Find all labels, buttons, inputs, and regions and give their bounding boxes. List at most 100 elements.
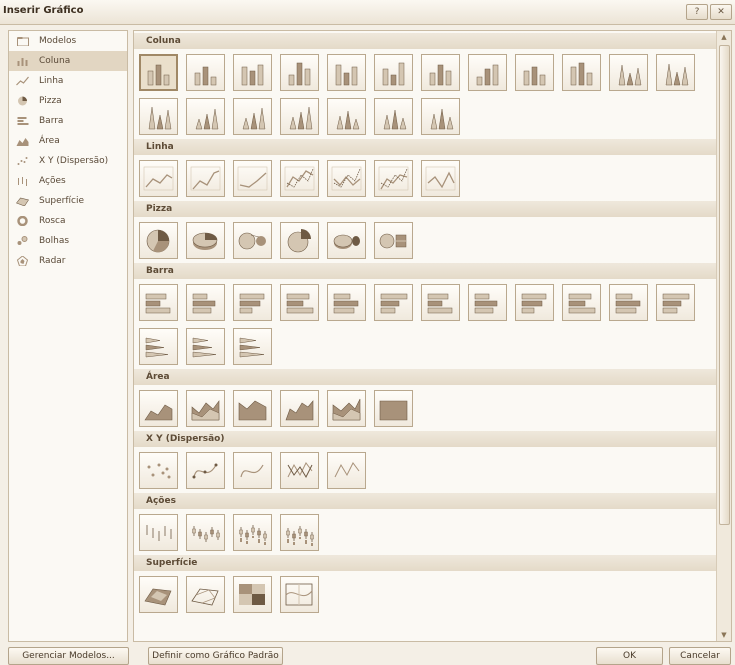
scatter-chart-option-icon[interactable] [327, 452, 366, 489]
sidebar-item-label: X Y (Dispersão) [39, 156, 109, 166]
scroll-up-icon[interactable]: ▲ [717, 31, 731, 43]
column-chart-option-icon[interactable] [421, 54, 460, 91]
sidebar-item-bar-chart[interactable]: Barra [9, 111, 127, 131]
line-chart-option-icon[interactable] [186, 160, 225, 197]
area-chart-icon [16, 138, 29, 146]
sidebar-item-label: Bolhas [39, 236, 70, 246]
area-chart-option-icon[interactable] [374, 390, 413, 427]
surface-chart-option-icon[interactable] [186, 576, 225, 613]
sidebar-item-pie-chart[interactable]: Pizza [9, 91, 127, 111]
close-button[interactable]: ✕ [710, 4, 732, 20]
bar-chart-option-icon[interactable] [515, 284, 554, 321]
scroll-down-icon[interactable]: ▼ [717, 629, 731, 641]
bar-chart-option-icon[interactable] [139, 284, 178, 321]
surface-chart-option-icon[interactable] [280, 576, 319, 613]
scatter-chart-option-icon[interactable] [280, 452, 319, 489]
sidebar-item-doughnut-chart[interactable]: Rosca [9, 211, 127, 231]
bar-chart-option-icon[interactable] [186, 328, 225, 365]
sidebar-item-area-chart[interactable]: Área [9, 131, 127, 151]
gallery-content: Coluna Linha Pizza Barra Área X Y (Dispersão)… [134, 31, 716, 613]
surface-chart-option-icon[interactable] [139, 576, 178, 613]
stock-chart-option-icon[interactable] [186, 514, 225, 551]
line-chart-option-icon[interactable] [233, 160, 272, 197]
chart-tiles-surface [134, 571, 716, 613]
pie-chart-option-icon[interactable] [186, 222, 225, 259]
column-chart-option-icon[interactable] [280, 98, 319, 135]
stock-chart-option-icon[interactable] [233, 514, 272, 551]
sidebar-item-scatter-chart[interactable]: X Y (Dispersão) [9, 151, 127, 171]
sidebar-item-folder[interactable]: Modelos [9, 31, 127, 51]
column-chart-option-icon[interactable] [609, 54, 648, 91]
set-default-chart-button[interactable]: Definir como Gráfico Padrão [148, 647, 283, 665]
column-chart-option-icon[interactable] [233, 98, 272, 135]
scatter-chart-option-icon[interactable] [186, 452, 225, 489]
section-header-scatter: X Y (Dispersão) [134, 431, 716, 447]
sidebar-item-radar-chart[interactable]: Radar [9, 251, 127, 271]
column-chart-option-icon[interactable] [374, 54, 413, 91]
folder-icon [17, 37, 29, 46]
help-button[interactable]: ? [686, 4, 708, 20]
area-chart-option-icon[interactable] [139, 390, 178, 427]
sidebar-item-bubble-chart[interactable]: Bolhas [9, 231, 127, 251]
bar-chart-option-icon[interactable] [609, 284, 648, 321]
section-header-area: Área [134, 369, 716, 385]
pie-chart-option-icon[interactable] [374, 222, 413, 259]
bar-chart-option-icon[interactable] [233, 328, 272, 365]
line-chart-option-icon[interactable] [374, 160, 413, 197]
bar-chart-option-icon[interactable] [374, 284, 413, 321]
bar-chart-option-icon[interactable] [421, 284, 460, 321]
area-chart-option-icon[interactable] [280, 390, 319, 427]
pie-chart-option-icon[interactable] [327, 222, 366, 259]
sidebar-item-stock-chart[interactable]: Ações [9, 171, 127, 191]
column-chart-option-icon[interactable] [374, 98, 413, 135]
sidebar-item-line-chart[interactable]: Linha [9, 71, 127, 91]
surface-chart-option-icon[interactable] [233, 576, 272, 613]
bar-chart-option-icon[interactable] [327, 284, 366, 321]
line-chart-option-icon[interactable] [421, 160, 460, 197]
line-chart-option-icon[interactable] [139, 160, 178, 197]
cancel-button[interactable]: Cancelar [669, 647, 731, 665]
column-chart-option-icon[interactable] [233, 54, 272, 91]
column-chart-option-icon[interactable] [186, 54, 225, 91]
scatter-chart-option-icon[interactable] [139, 452, 178, 489]
bar-chart-option-icon[interactable] [139, 328, 178, 365]
bar-chart-option-icon[interactable] [186, 284, 225, 321]
column-chart-option-icon[interactable] [515, 54, 554, 91]
bar-chart-option-icon[interactable] [280, 284, 319, 321]
stock-chart-option-icon[interactable] [139, 514, 178, 551]
column-chart-option-icon[interactable] [468, 54, 507, 91]
column-chart-icon [17, 58, 28, 66]
column-chart-option-icon[interactable] [421, 98, 460, 135]
column-chart-option-icon[interactable] [327, 98, 366, 135]
window-title: Inserir Gráfico [3, 5, 84, 16]
column-chart-option-icon[interactable] [327, 54, 366, 91]
column-chart-option-icon[interactable] [656, 54, 695, 91]
line-chart-option-icon[interactable] [327, 160, 366, 197]
column-chart-option-icon[interactable] [139, 54, 178, 91]
column-chart-option-icon[interactable] [562, 54, 601, 91]
pie-chart-option-icon[interactable] [139, 222, 178, 259]
area-chart-option-icon[interactable] [186, 390, 225, 427]
column-chart-option-icon[interactable] [186, 98, 225, 135]
bar-chart-option-icon[interactable] [468, 284, 507, 321]
sidebar-item-surface-chart[interactable]: Superfície [9, 191, 127, 211]
gallery-scrollbar[interactable]: ▲ ▼ [716, 31, 731, 641]
pie-chart-option-icon[interactable] [233, 222, 272, 259]
stock-chart-option-icon[interactable] [280, 514, 319, 551]
sidebar-item-column-chart[interactable]: Coluna [9, 51, 127, 71]
manage-templates-button[interactable]: Gerenciar Modelos... [8, 647, 129, 665]
column-chart-option-icon[interactable] [139, 98, 178, 135]
scroll-thumb[interactable] [719, 45, 730, 525]
scatter-chart-option-icon[interactable] [233, 452, 272, 489]
sidebar-item-label: Coluna [39, 56, 71, 66]
bar-chart-option-icon[interactable] [656, 284, 695, 321]
area-chart-option-icon[interactable] [233, 390, 272, 427]
column-chart-option-icon[interactable] [280, 54, 319, 91]
ok-button[interactable]: OK [596, 647, 663, 665]
bar-chart-option-icon[interactable] [233, 284, 272, 321]
line-chart-option-icon[interactable] [280, 160, 319, 197]
pie-chart-icon [18, 96, 27, 106]
bar-chart-option-icon[interactable] [562, 284, 601, 321]
area-chart-option-icon[interactable] [327, 390, 366, 427]
pie-chart-option-icon[interactable] [280, 222, 319, 259]
